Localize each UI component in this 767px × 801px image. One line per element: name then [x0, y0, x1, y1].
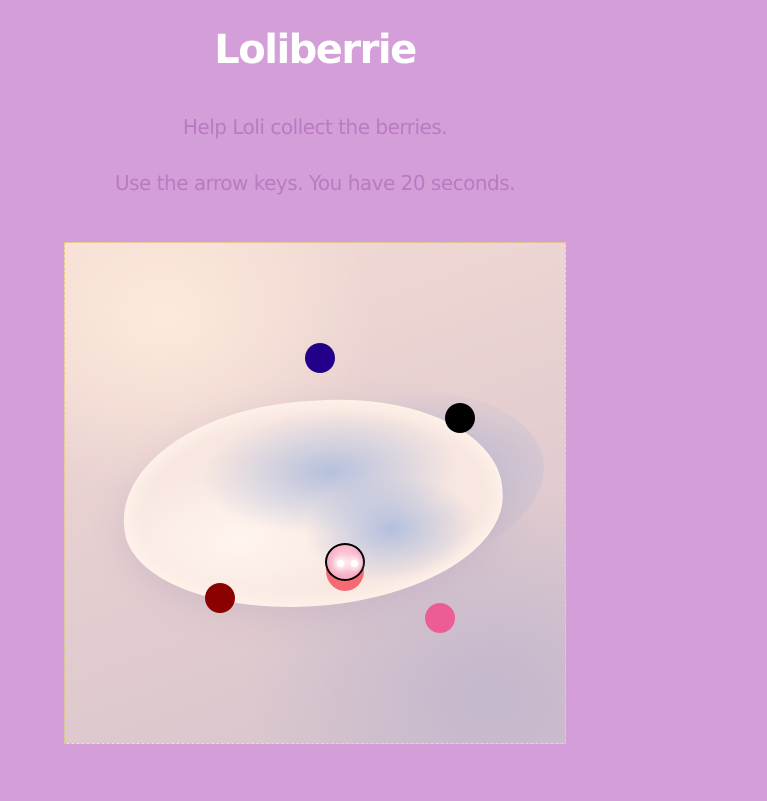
- loli-left-eye: [337, 560, 344, 567]
- game-title: Loliberrie: [214, 27, 417, 73]
- instruction-text: Help Loli collect the berries.: [182, 115, 448, 139]
- berry-black: [445, 403, 475, 433]
- loli-right-eye: [351, 560, 358, 567]
- berry-blue: [305, 343, 335, 373]
- loli-player: [325, 543, 367, 591]
- loli-head: [325, 543, 365, 581]
- controls-text: Use the arrow keys. You have 20 seconds.: [114, 171, 516, 195]
- game-board[interactable]: [64, 242, 566, 744]
- game-page: Loliberrie Help Loli collect the berries…: [0, 0, 767, 801]
- berry-pink: [425, 603, 455, 633]
- berry-red: [205, 583, 235, 613]
